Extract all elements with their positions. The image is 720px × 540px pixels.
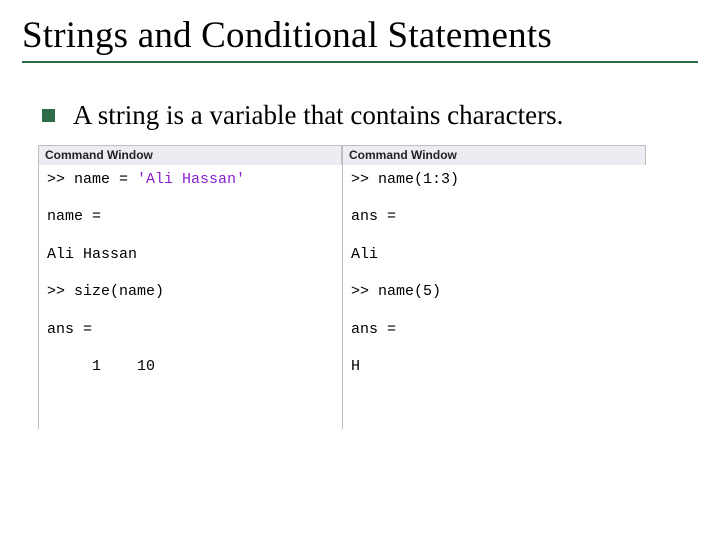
code-line: H: [351, 358, 360, 375]
code-line: Ali: [351, 246, 378, 263]
slide-title: Strings and Conditional Statements: [22, 14, 698, 57]
command-window-header: Command Window: [38, 145, 342, 165]
slide: Strings and Conditional Statements A str…: [0, 0, 720, 540]
string-literal: 'Ali Hassan': [137, 171, 245, 188]
code-line: >> name(1:3): [351, 171, 459, 188]
title-rule: [22, 61, 698, 63]
code-line: name =: [47, 208, 101, 225]
code-line: ans =: [351, 321, 396, 338]
command-window-title: Command Window: [349, 148, 457, 162]
code-line: 1 10: [47, 358, 155, 375]
code-line: ans =: [47, 321, 92, 338]
square-bullet-icon: [42, 109, 55, 122]
command-window-body: >> name(1:3) ans = Ali >> name(5) ans = …: [342, 165, 646, 429]
code-panels: Command Window >> name = 'Ali Hassan' na…: [38, 145, 698, 429]
code-line: Ali Hassan: [47, 246, 137, 263]
bullet-row: A string is a variable that contains cha…: [42, 99, 698, 133]
code-line: ans =: [351, 208, 396, 225]
command-window-header: Command Window: [342, 145, 646, 165]
code-line: >> name =: [47, 171, 137, 188]
command-window-right: Command Window >> name(1:3) ans = Ali >>…: [342, 145, 646, 429]
command-window-left: Command Window >> name = 'Ali Hassan' na…: [38, 145, 342, 429]
code-line: >> size(name): [47, 283, 164, 300]
bullet-text: A string is a variable that contains cha…: [73, 99, 563, 133]
command-window-body: >> name = 'Ali Hassan' name = Ali Hassan…: [38, 165, 342, 429]
code-line: >> name(5): [351, 283, 441, 300]
command-window-title: Command Window: [45, 148, 153, 162]
